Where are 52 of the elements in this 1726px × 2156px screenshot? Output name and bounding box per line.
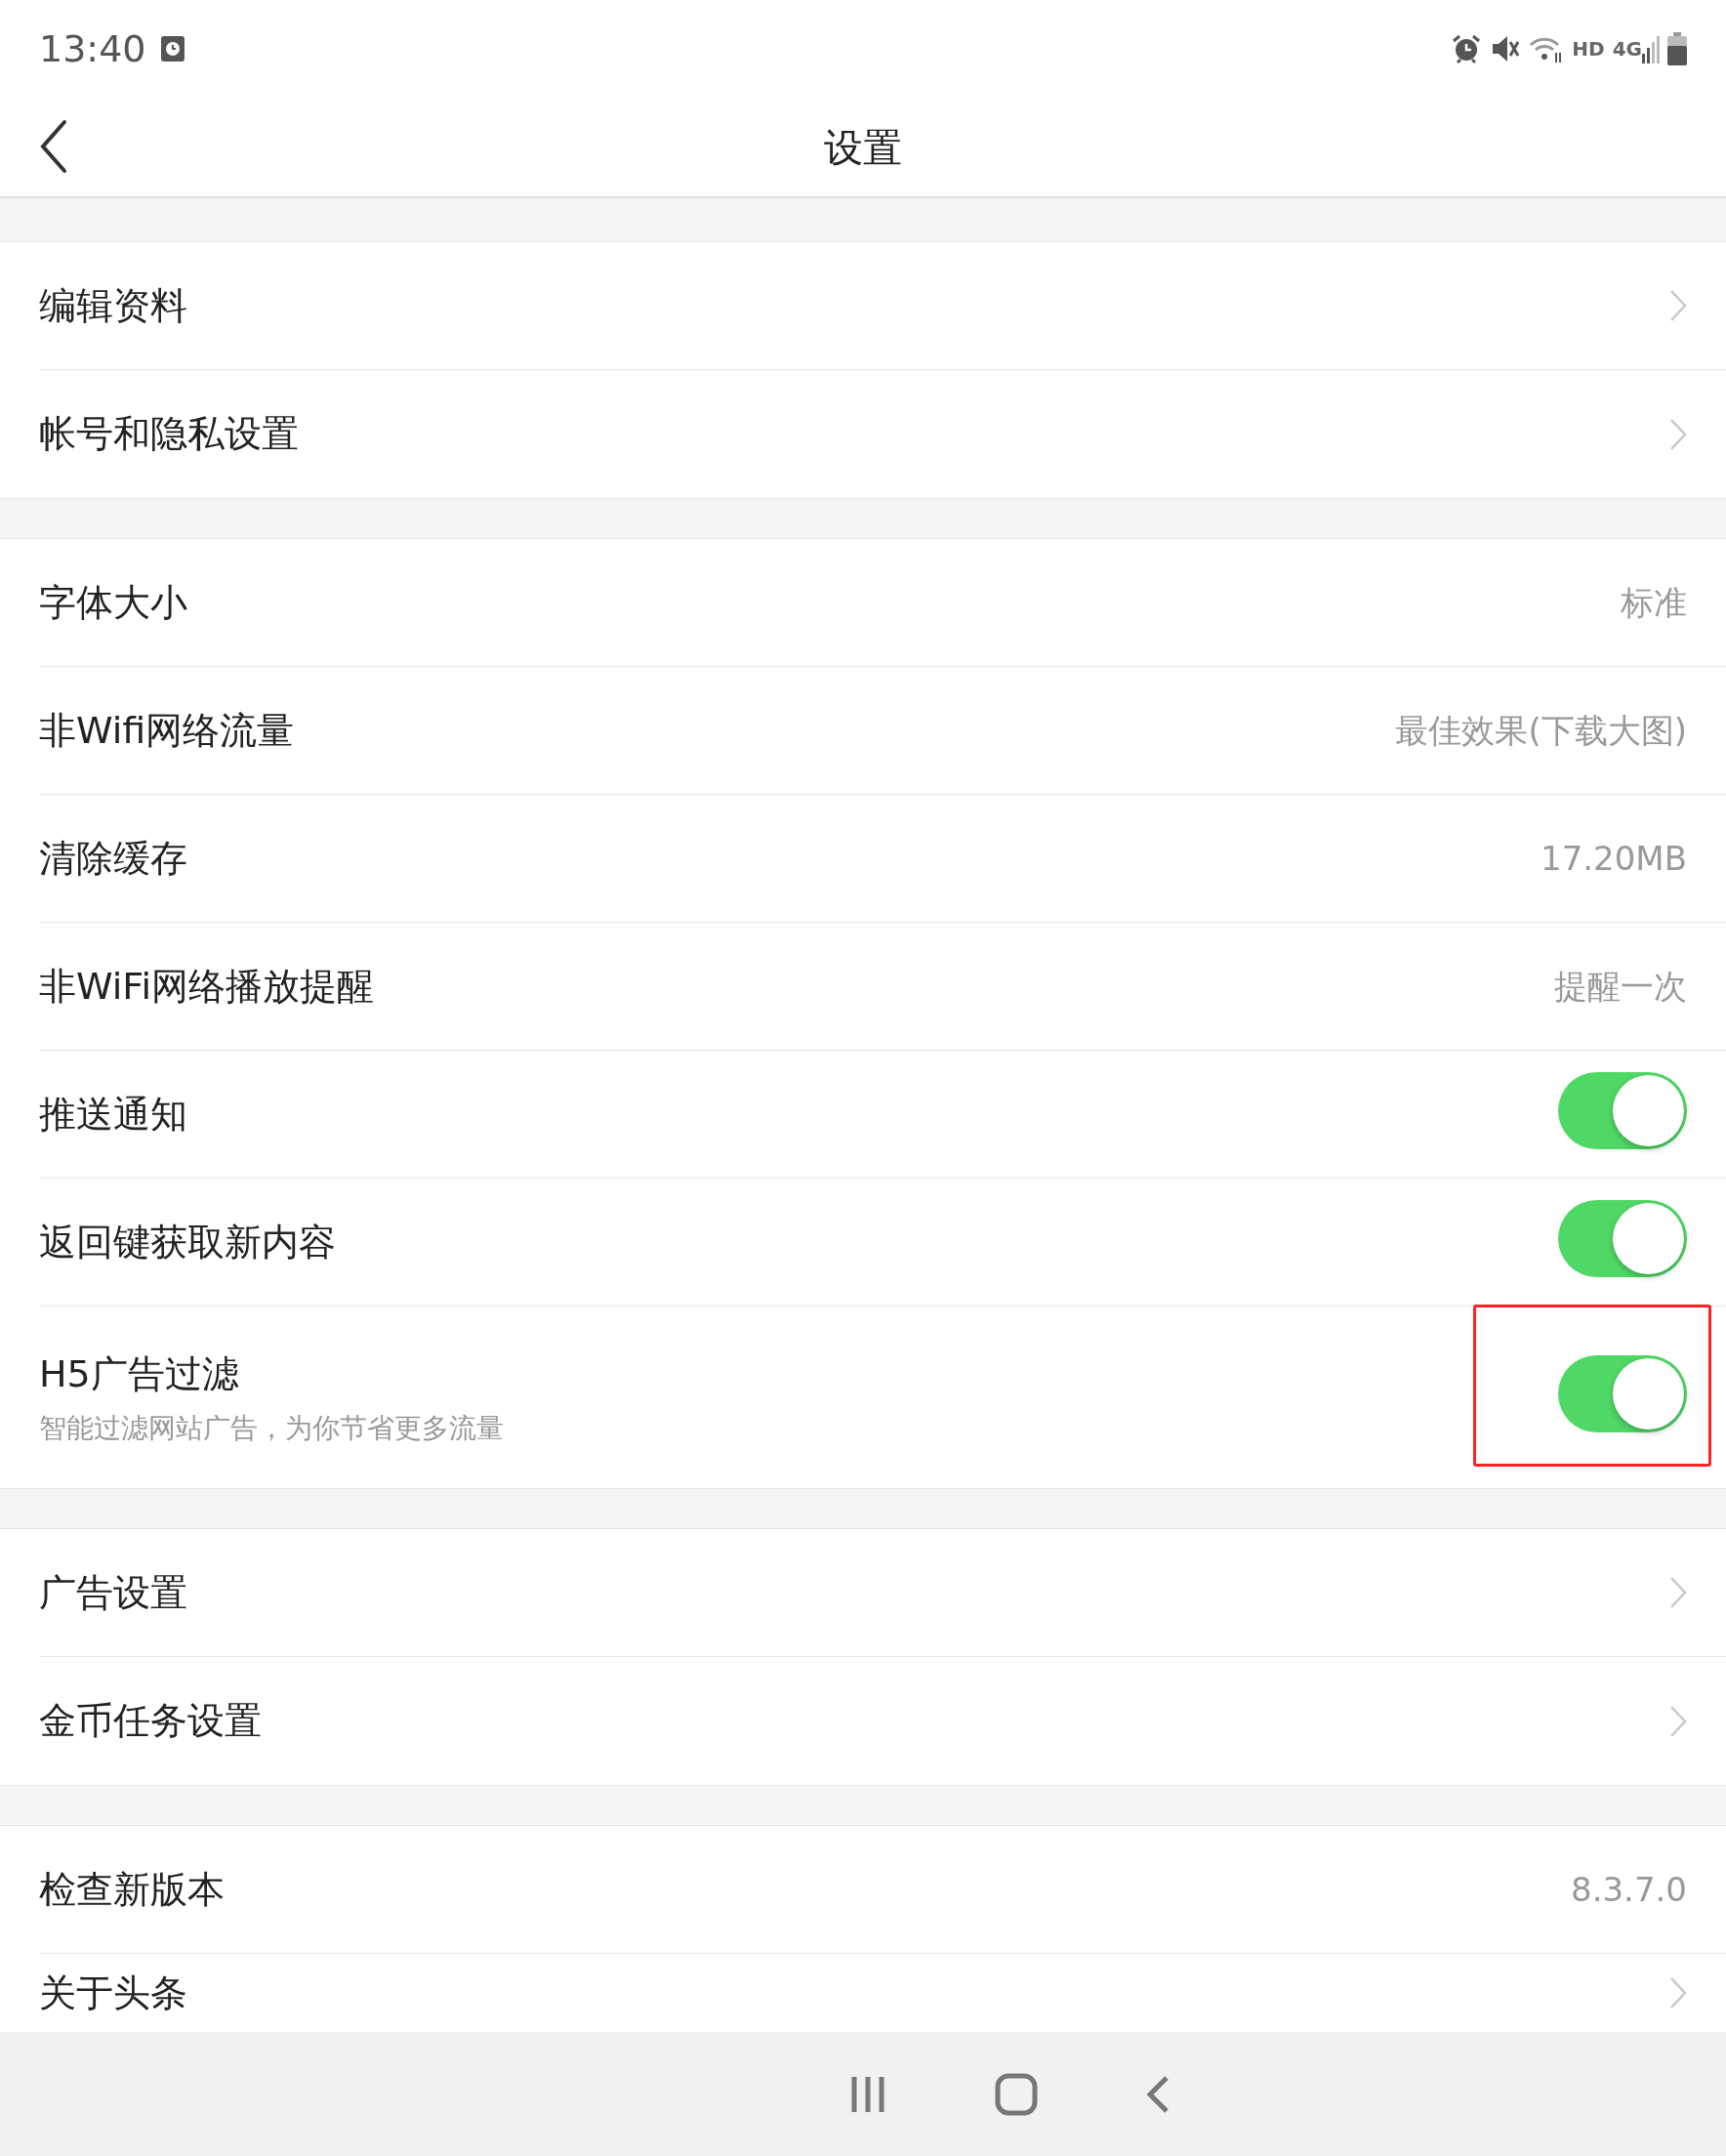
toggle-switch[interactable] [1558, 1200, 1687, 1277]
hd-indicator: HD [1572, 36, 1605, 62]
chevron-right-icon [1669, 1976, 1687, 2010]
row-label: 字体大小 [39, 579, 188, 626]
settings-row[interactable]: H5广告过滤 智能过滤网站广告，为你节省更多流量 [0, 1306, 1726, 1488]
row-label: 推送通知 [39, 1091, 188, 1138]
settings-row[interactable]: 字体大小 标准 [0, 539, 1726, 667]
settings-row[interactable]: 推送通知 [0, 1051, 1726, 1179]
signal-icon [1642, 34, 1660, 63]
settings-row[interactable]: 编辑资料 [0, 242, 1726, 370]
row-label: 清除缓存 [39, 835, 188, 882]
battery-icon [1667, 32, 1687, 65]
chevron-right-icon [1669, 1576, 1687, 1609]
row-label: 广告设置 [39, 1569, 188, 1616]
row-value: 最佳效果(下载大图) [1395, 709, 1687, 752]
row-value: 17.20MB [1541, 837, 1687, 880]
toggle-switch[interactable] [1558, 1072, 1687, 1149]
row-value: 标准 [1621, 581, 1687, 624]
network-type: 4G [1612, 36, 1642, 62]
row-description: 智能过滤网站广告，为你节省更多流量 [39, 1410, 505, 1446]
settings-row[interactable]: 关于头条 [0, 1954, 1726, 2032]
chevron-right-icon [1669, 417, 1687, 451]
row-value: 提醒一次 [1554, 965, 1687, 1008]
settings-row[interactable]: 非WiFi网络播放提醒 提醒一次 [0, 923, 1726, 1051]
row-label: 检查新版本 [39, 1866, 226, 1913]
status-time: 13:40 [39, 25, 146, 72]
row-label: 非WiFi网络播放提醒 [39, 963, 375, 1010]
row-label: 帐号和隐私设置 [39, 411, 300, 457]
settings-row[interactable]: 非Wifi网络流量 最佳效果(下载大图) [0, 667, 1726, 795]
settings-row[interactable]: 帐号和隐私设置 [0, 370, 1726, 498]
settings-row[interactable]: 检查新版本 8.3.7.0 [0, 1826, 1726, 1954]
settings-row[interactable]: 清除缓存 17.20MB [0, 795, 1726, 923]
row-label: 金币任务设置 [39, 1698, 263, 1744]
alarm-icon [1451, 33, 1483, 64]
toggle-switch[interactable] [1558, 1355, 1687, 1432]
row-label: 非Wifi网络流量 [39, 707, 296, 754]
home-icon[interactable] [995, 2072, 1038, 2116]
settings-row[interactable]: 广告设置 [0, 1529, 1726, 1657]
row-value: 8.3.7.0 [1571, 1868, 1687, 1911]
back-nav-icon[interactable] [1145, 2074, 1171, 2114]
settings-row[interactable]: 返回键获取新内容 [0, 1179, 1726, 1306]
mute-icon [1490, 33, 1522, 64]
chevron-right-icon [1669, 1704, 1687, 1738]
row-label: 关于头条 [39, 1969, 188, 2016]
row-label: 返回键获取新内容 [39, 1219, 337, 1265]
page-title: 设置 [824, 123, 902, 172]
row-label: H5广告过滤 [39, 1350, 240, 1397]
row-label: 编辑资料 [39, 282, 188, 329]
settings-row[interactable]: 金币任务设置 [0, 1657, 1726, 1785]
chevron-right-icon [1669, 289, 1687, 322]
back-icon[interactable] [39, 119, 68, 174]
clock-icon [159, 35, 185, 62]
